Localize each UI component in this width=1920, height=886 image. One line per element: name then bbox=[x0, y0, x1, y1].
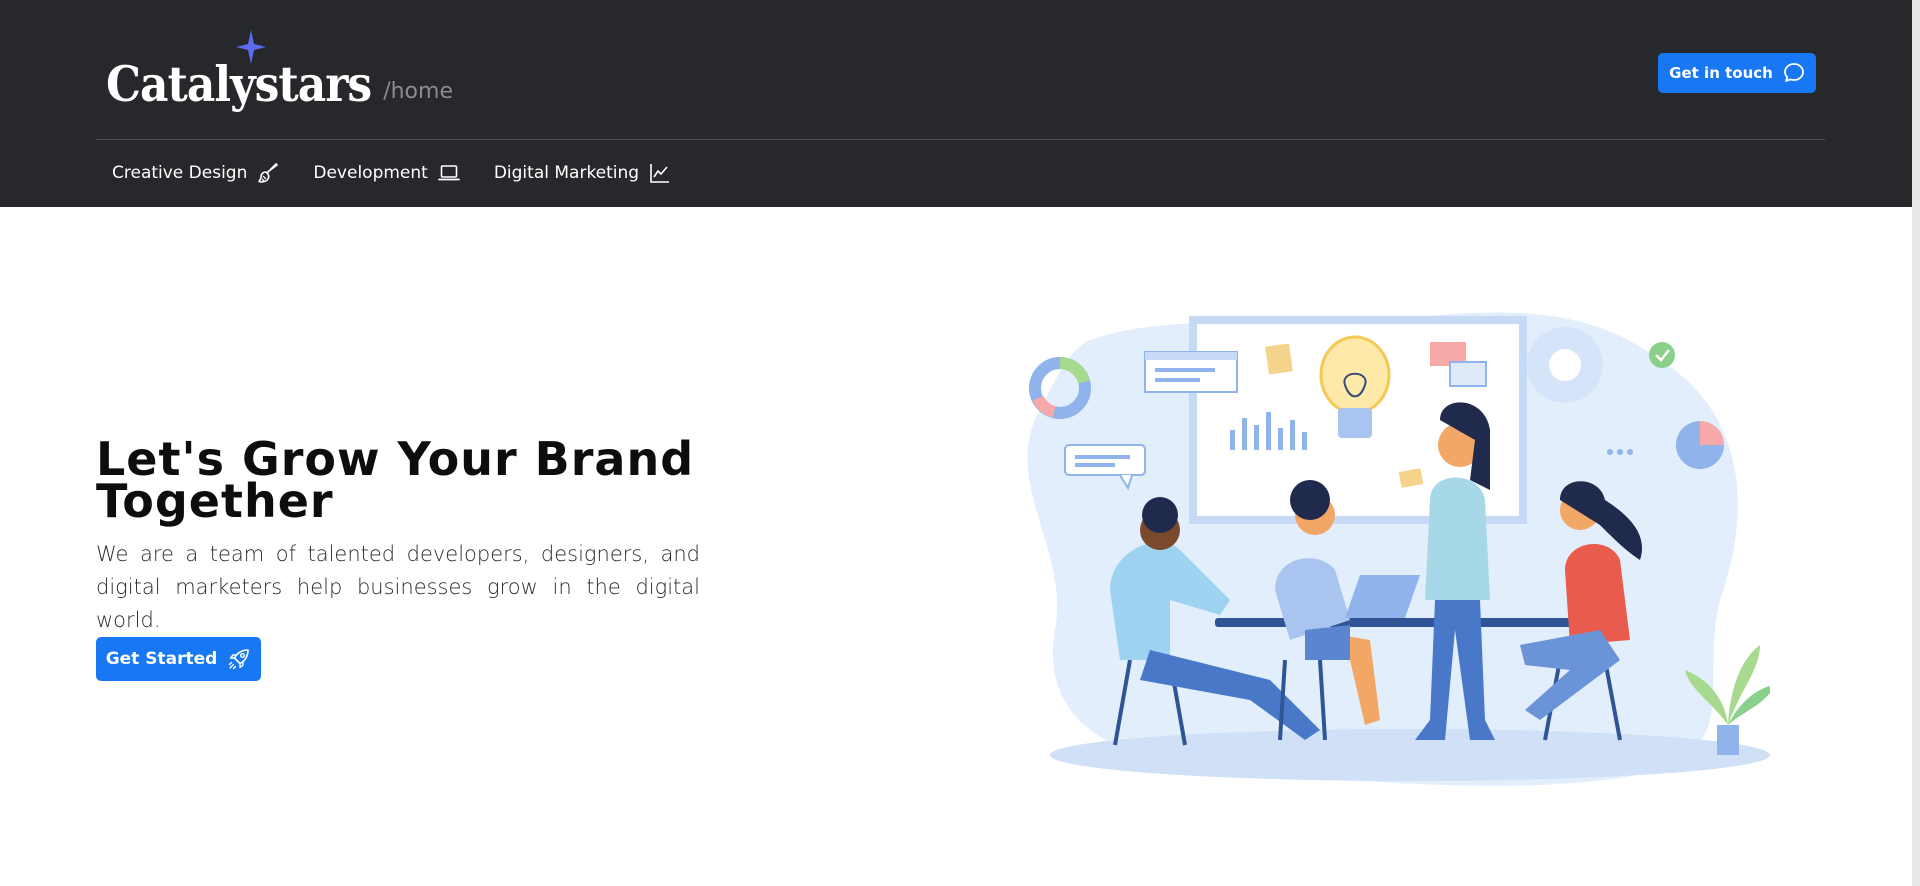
nav-item-digital-marketing[interactable]: Digital Marketing bbox=[494, 162, 671, 184]
main-nav: Creative Design Development Digital Mark… bbox=[112, 162, 671, 184]
site-header: Catalystars /home Get in touch Creative … bbox=[0, 0, 1912, 207]
get-in-touch-label: Get in touch bbox=[1669, 64, 1773, 82]
logo-link[interactable]: Catalystars /home bbox=[106, 30, 453, 110]
nav-item-label: Creative Design bbox=[112, 163, 248, 183]
rocket-icon bbox=[229, 649, 250, 670]
star-icon bbox=[236, 30, 266, 64]
scrollbar[interactable] bbox=[1912, 0, 1920, 886]
logo-wordmark: Catalystars bbox=[106, 57, 372, 114]
breadcrumb-path: /home bbox=[383, 79, 453, 104]
header-divider bbox=[96, 139, 1825, 140]
get-started-button[interactable]: Get Started bbox=[96, 637, 261, 681]
hero-title: Let's Grow Your Brand Together bbox=[96, 436, 736, 524]
nav-item-development[interactable]: Development bbox=[313, 163, 460, 183]
nav-item-creative-design[interactable]: Creative Design bbox=[112, 162, 279, 184]
team-meeting-illustration bbox=[1027, 312, 1770, 786]
nav-item-label: Development bbox=[313, 163, 428, 183]
get-in-touch-button[interactable]: Get in touch bbox=[1658, 53, 1816, 93]
hero-title-line-2: Together bbox=[96, 474, 334, 528]
paintbrush-icon bbox=[258, 162, 279, 183]
laptop-icon bbox=[437, 165, 460, 181]
page: Catalystars /home Get in touch Creative … bbox=[0, 0, 1920, 886]
nav-item-label: Digital Marketing bbox=[493, 163, 640, 183]
get-started-label: Get Started bbox=[105, 649, 218, 669]
line-chart-icon bbox=[650, 164, 670, 183]
chat-bubble-icon bbox=[1783, 63, 1804, 82]
hero-subtitle: We are a team of talented developers, de… bbox=[96, 542, 700, 632]
